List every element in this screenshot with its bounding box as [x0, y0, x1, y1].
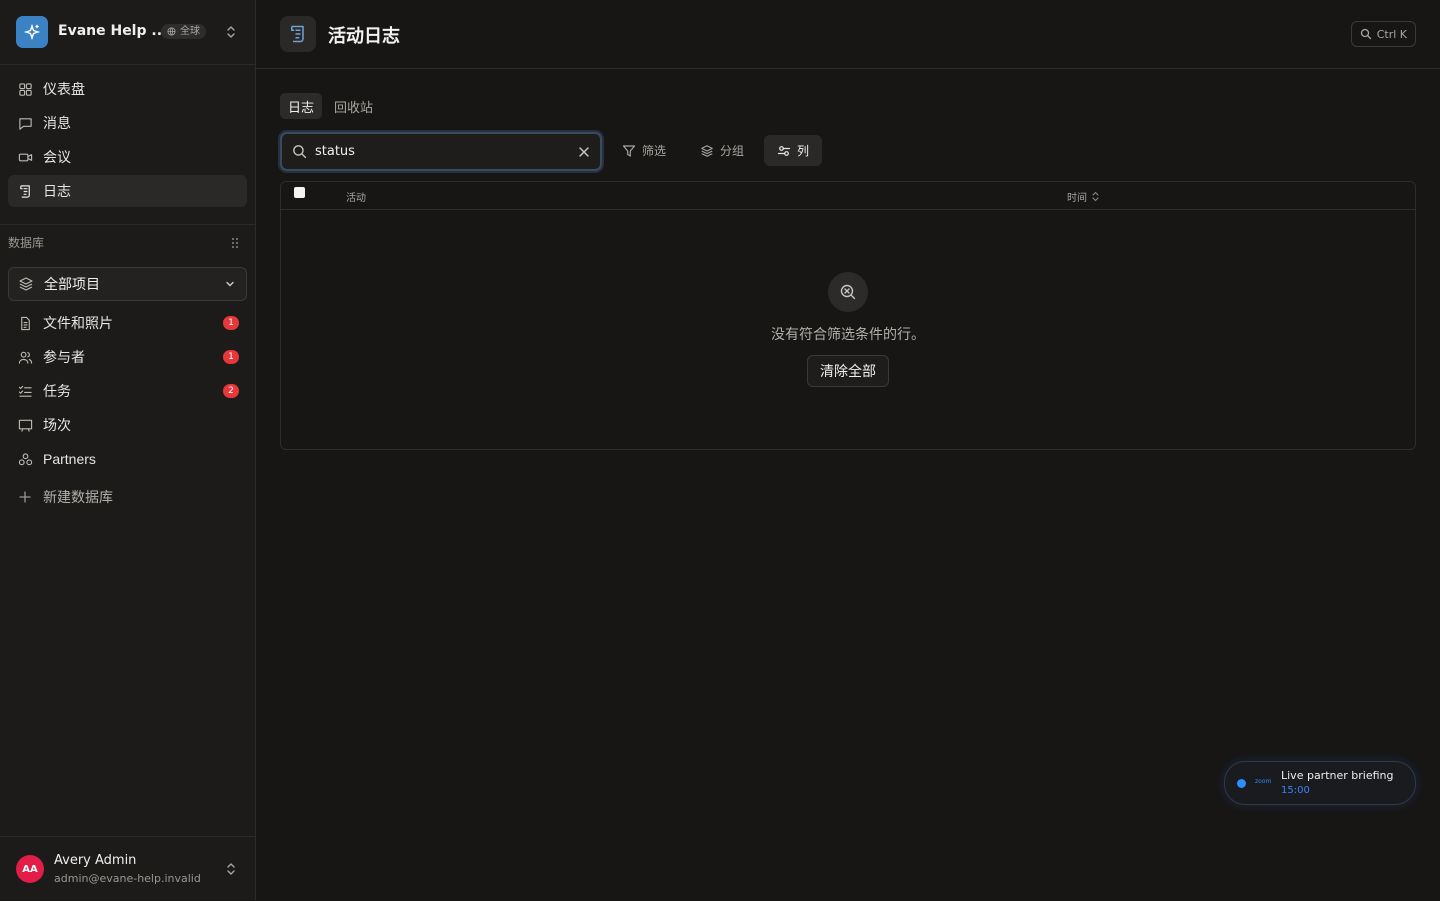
users-icon: [17, 349, 33, 365]
user-name: Avery Admin: [54, 853, 137, 868]
checklist-icon: [17, 383, 33, 399]
zoom-logo: zoom: [1255, 778, 1272, 785]
nav-item-logs[interactable]: 日志: [8, 175, 247, 207]
drag-handle-icon[interactable]: [230, 237, 240, 253]
meeting-notification[interactable]: zoom Live partner briefing 15:00: [1224, 761, 1416, 805]
nav-item-meetings[interactable]: 会议: [8, 141, 247, 173]
chevrons-up-down-icon[interactable]: [223, 24, 239, 40]
database-selector-label: 全部项目: [44, 277, 100, 293]
activity-table: 活动 时间 没有符合筛选条件的行。 清除全部: [280, 181, 1416, 450]
column-header-time[interactable]: 时间: [1067, 189, 1100, 204]
user-email: admin@evane-help.invalid: [54, 872, 201, 885]
video-icon: [17, 149, 33, 165]
settings-sliders-icon: [777, 144, 791, 158]
group-label: 分组: [720, 144, 745, 158]
db-item-label: 任务: [43, 384, 71, 400]
db-item-files[interactable]: 文件和照片 1: [8, 307, 247, 339]
close-icon[interactable]: [578, 146, 590, 158]
live-indicator-icon: [1237, 779, 1246, 788]
chevrons-up-down-icon[interactable]: [223, 861, 239, 877]
db-item-partners[interactable]: Partners: [8, 443, 247, 475]
presentation-icon: [17, 417, 33, 433]
empty-state-message: 没有符合筛选条件的行。: [771, 327, 925, 343]
search-icon: [292, 144, 307, 159]
sidebar-divider: [0, 224, 255, 225]
table-header: 活动 时间: [281, 182, 1415, 210]
sort-icon: [1091, 191, 1100, 202]
nav-item-label: 日志: [43, 184, 71, 200]
nav-item-messages[interactable]: 消息: [8, 107, 247, 139]
partners-icon: [17, 451, 33, 467]
nav-item-label: 会议: [43, 150, 71, 166]
db-item-label: 场次: [43, 418, 71, 434]
layers-icon: [18, 276, 34, 292]
nav-item-label: 仪表盘: [43, 82, 85, 98]
db-item-label: Partners: [43, 451, 96, 467]
page-header: 活动日志 Ctrl K: [256, 0, 1440, 69]
column-label: 时间: [1067, 193, 1087, 204]
scope-badge: 全球: [161, 24, 206, 39]
count-badge: 2: [223, 384, 239, 398]
column-label: 活动: [346, 193, 366, 204]
scroll-icon: [280, 16, 316, 52]
user-menu[interactable]: AA Avery Admin admin@evane-help.invalid: [0, 836, 255, 901]
search-input[interactable]: status: [280, 132, 602, 171]
page-title: 活动日志: [328, 26, 400, 47]
scope-badge-label: 全球: [180, 26, 200, 37]
meeting-time: 15:00: [1281, 785, 1310, 796]
chevron-down-icon: [224, 278, 236, 290]
tab-trash[interactable]: 回收站: [326, 93, 381, 119]
search-value: status: [315, 144, 355, 159]
globe-icon: [167, 27, 176, 36]
workspace-switcher[interactable]: Evane Help ... 全球: [0, 0, 255, 65]
command-search-button[interactable]: Ctrl K: [1350, 21, 1416, 47]
filter-icon: [622, 144, 636, 158]
tab-logs[interactable]: 日志: [280, 93, 323, 119]
db-item-participants[interactable]: 参与者 1: [8, 341, 247, 373]
new-database-label: 新建数据库: [43, 490, 113, 506]
columns-label: 列: [797, 144, 810, 158]
select-all-checkbox[interactable]: [294, 187, 305, 198]
nav-item-label: 消息: [43, 116, 71, 132]
count-badge: 1: [223, 350, 239, 364]
plus-icon: [17, 489, 33, 505]
db-item-tasks[interactable]: 任务 2: [8, 375, 247, 407]
nav-item-dashboard[interactable]: 仪表盘: [8, 73, 247, 105]
meeting-title: Live partner briefing: [1281, 769, 1394, 782]
file-icon: [17, 315, 33, 331]
layers-icon: [700, 144, 714, 158]
scroll-icon: [17, 183, 33, 199]
db-item-sessions[interactable]: 场次: [8, 409, 247, 441]
message-icon: [17, 115, 33, 131]
count-badge: 1: [223, 316, 239, 330]
filter-button[interactable]: 筛选: [609, 135, 679, 166]
search-x-icon: [828, 272, 868, 312]
filter-label: 筛选: [642, 144, 667, 158]
column-header-activity[interactable]: 活动: [346, 189, 366, 204]
db-item-label: 文件和照片: [43, 316, 113, 332]
database-section-label: 数据库: [8, 236, 45, 250]
dashboard-icon: [17, 81, 33, 97]
db-item-label: 参与者: [43, 350, 85, 366]
sidebar: Evane Help ... 全球 仪表盘 消息 会议 日志 数据库 全部项目 …: [0, 0, 256, 900]
database-selector[interactable]: 全部项目: [8, 267, 247, 301]
search-icon: [1360, 28, 1372, 40]
clear-all-button[interactable]: 清除全部: [807, 355, 889, 387]
tab-bar: 日志 回收站: [280, 93, 381, 119]
workspace-logo-icon: [16, 16, 48, 48]
shortcut-label: Ctrl K: [1376, 27, 1407, 41]
workspace-name: Evane Help ...: [58, 23, 168, 39]
columns-button[interactable]: 列: [764, 135, 823, 166]
new-database-button[interactable]: 新建数据库: [8, 481, 247, 513]
avatar: AA: [16, 855, 44, 883]
group-button[interactable]: 分组: [687, 135, 757, 166]
